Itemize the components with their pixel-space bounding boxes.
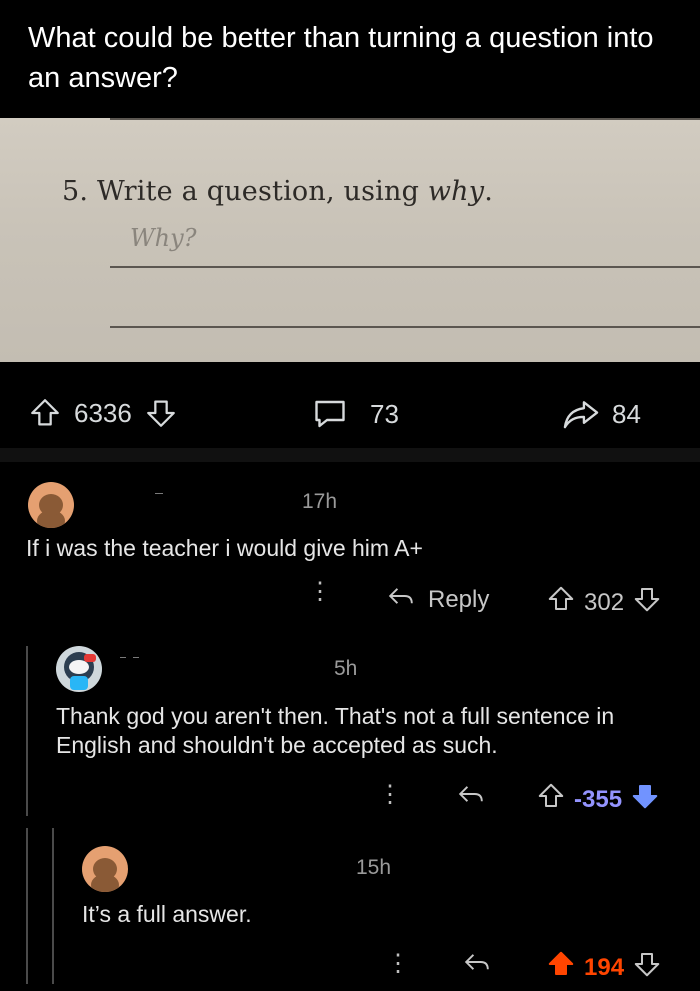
question-end: . [484,176,494,207]
comment-actions: ⋮ [386,952,410,976]
comment-actions: ⋮ [308,580,332,604]
ruled-line [110,326,700,328]
ruled-line [110,118,700,120]
share-count: 84 [612,398,641,429]
upvote-icon[interactable] [28,396,62,430]
comment-score: 302 [584,588,625,616]
more-icon[interactable]: ⋮ [308,580,332,604]
post-image[interactable]: 5. Write a question, using why. Why? [0,118,700,362]
thread-line[interactable] [26,646,28,816]
reply-button[interactable] [462,950,492,981]
more-icon[interactable]: ⋮ [378,783,402,807]
reply-button[interactable]: Reply [386,584,489,615]
comment-timestamp: 15h [356,856,392,879]
post-score: 6336 [74,397,132,428]
ruled-line [110,266,700,268]
username-redacted [120,657,126,658]
reply-icon [456,782,486,813]
post-vote-bar: 6336 [28,396,178,430]
comment-score: 194 [584,953,625,981]
reply-icon [462,950,492,981]
avatar[interactable] [56,646,102,692]
comment-text: It’s a full answer. [82,901,252,927]
comment-actions: ⋮ [378,783,402,807]
comment-score: -355 [574,785,623,813]
comments-button[interactable]: 73 [312,396,399,432]
downvote-icon[interactable] [632,584,662,621]
reply-label: Reply [428,585,490,613]
handwritten-answer: Why? [130,224,197,252]
comment-text: Thank god you aren't then. That's not a … [56,703,615,758]
comment-timestamp: 17h [302,490,338,513]
comment-vote-bar: 302 [546,584,662,621]
username-redacted [133,657,139,658]
avatar[interactable] [28,482,74,528]
comment-count: 73 [370,398,399,429]
downvote-icon[interactable] [632,949,662,986]
share-button[interactable]: 84 [562,396,641,432]
worksheet-question: 5. Write a question, using why. [62,176,493,207]
downvote-icon[interactable] [144,396,178,430]
thread-line[interactable] [52,828,54,984]
question-italic: why [427,176,485,207]
reply-icon [386,584,416,615]
comment-timestamp: 5h [334,657,358,680]
upvote-icon-active[interactable] [546,949,576,986]
upvote-icon[interactable] [536,781,566,818]
more-icon[interactable]: ⋮ [386,952,410,976]
reply-button[interactable] [456,782,486,813]
post-title[interactable]: What could be better than turning a ques… [28,18,668,98]
share-icon [562,396,600,432]
thread-line[interactable] [26,828,28,984]
avatar[interactable] [82,846,128,892]
comment-vote-bar: -355 [536,781,660,818]
question-text: 5. Write a question, using [62,176,428,207]
upvote-icon[interactable] [546,584,576,621]
username-redacted [155,493,163,494]
comment-icon [312,396,348,432]
downvote-icon-active[interactable] [630,781,660,818]
divider [0,448,700,462]
comment-vote-bar: 194 [546,949,662,986]
comment-text: If i was the teacher i would give him A+ [26,535,423,561]
